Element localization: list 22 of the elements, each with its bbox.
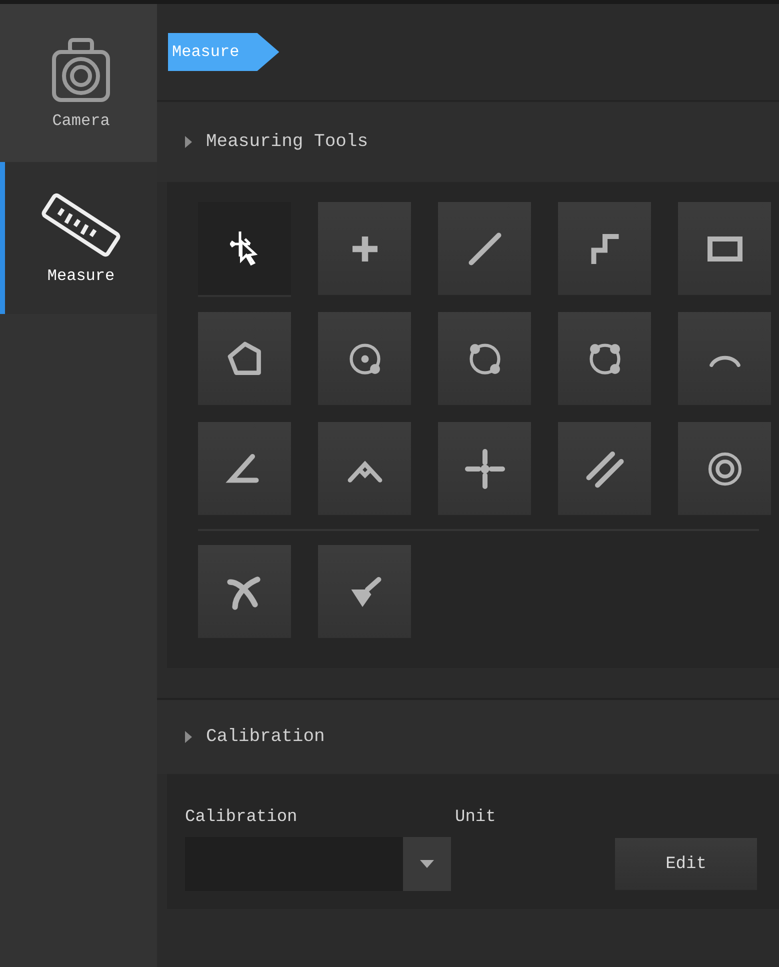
- tool-button[interactable]: [558, 202, 651, 295]
- tool-button[interactable]: [438, 312, 531, 405]
- tool-button[interactable]: [318, 312, 411, 405]
- tool-button[interactable]: [558, 422, 651, 515]
- tool-button[interactable]: [438, 202, 531, 295]
- tool-button[interactable]: [198, 312, 291, 405]
- tool-button[interactable]: [198, 422, 291, 515]
- tool-button[interactable]: [318, 545, 411, 638]
- tool-button[interactable]: [678, 422, 771, 515]
- tool-button[interactable]: [558, 312, 651, 405]
- tool-button[interactable]: [198, 545, 291, 638]
- tool-button[interactable]: [318, 422, 411, 515]
- tool-button[interactable]: [678, 202, 771, 295]
- calibration-label: Calibration: [185, 808, 298, 827]
- edit-button[interactable]: Edit: [615, 838, 757, 890]
- sidebar-item[interactable]: Camera: [0, 4, 157, 162]
- tool-button[interactable]: [438, 422, 531, 515]
- caret-icon: [420, 860, 434, 868]
- unit-label: Unit: [455, 808, 496, 827]
- tool-button[interactable]: [318, 202, 411, 295]
- tool-button[interactable]: [198, 202, 291, 295]
- sidebar-item[interactable]: Measure: [0, 162, 157, 314]
